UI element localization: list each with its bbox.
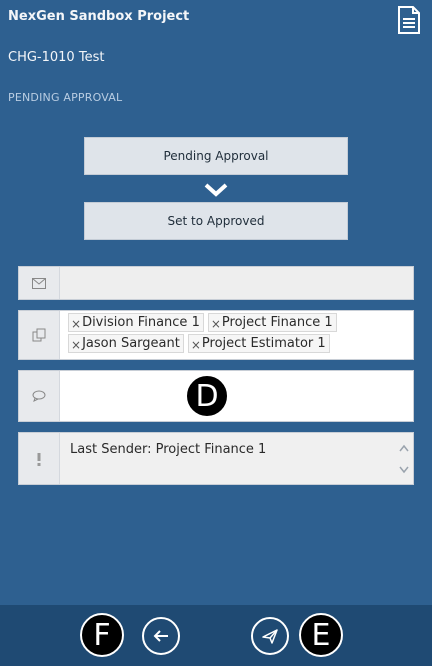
annotation-badge-f: F <box>80 613 124 657</box>
document-icon[interactable] <box>395 5 423 35</box>
chevron-down-icon <box>204 183 228 197</box>
recipient-tag: × Division Finance 1 <box>68 313 204 332</box>
recipients-field[interactable]: × Division Finance 1 × Project Finance 1… <box>60 311 413 359</box>
copy-icon <box>19 311 60 359</box>
scroll-down-icon[interactable] <box>398 465 410 475</box>
email-row <box>18 266 414 300</box>
exclamation-icon <box>19 433 60 484</box>
scroll-up-icon[interactable] <box>398 443 410 453</box>
last-sender-field: Last Sender: Project Finance 1 <box>60 433 413 484</box>
last-sender-row: Last Sender: Project Finance 1 <box>18 432 414 485</box>
back-button[interactable] <box>142 617 180 655</box>
comment-field[interactable] <box>60 371 413 421</box>
recipients-row: × Division Finance 1 × Project Finance 1… <box>18 310 414 360</box>
remove-tag-icon[interactable]: × <box>71 316 81 333</box>
annotation-badge-d: D <box>185 374 229 418</box>
recipient-tag-label: Project Estimator 1 <box>201 336 326 351</box>
annotation-badge-e: E <box>299 613 343 657</box>
comment-icon <box>19 371 60 421</box>
footer-bar <box>0 605 432 666</box>
send-icon <box>262 629 278 644</box>
remove-tag-icon[interactable]: × <box>191 337 201 354</box>
email-field[interactable] <box>60 267 413 299</box>
change-title: CHG-1010 Test <box>8 50 105 65</box>
envelope-icon <box>19 267 60 299</box>
recipient-tag: × Jason Sargeant <box>68 334 184 353</box>
recipient-tag-label: Jason Sargeant <box>82 336 180 351</box>
header: NexGen Sandbox Project CHG-1010 Test PEN… <box>0 0 432 120</box>
remove-tag-icon[interactable]: × <box>211 316 221 333</box>
recipient-tag-label: Division Finance 1 <box>82 315 200 330</box>
recipient-tag: × Project Estimator 1 <box>187 334 330 354</box>
status-text: PENDING APPROVAL <box>8 91 123 104</box>
send-button[interactable] <box>251 617 289 655</box>
set-to-approved-button[interactable]: Set to Approved <box>84 202 348 240</box>
recipient-tag-label: Project Finance 1 <box>221 315 333 330</box>
recipient-tag: × Project Finance 1 <box>207 313 337 333</box>
last-sender-text: Last Sender: Project Finance 1 <box>70 442 267 457</box>
remove-tag-icon[interactable]: × <box>71 337 81 354</box>
project-title: NexGen Sandbox Project <box>8 9 190 24</box>
pending-approval-button[interactable]: Pending Approval <box>84 137 348 175</box>
arrow-left-icon <box>153 630 168 642</box>
